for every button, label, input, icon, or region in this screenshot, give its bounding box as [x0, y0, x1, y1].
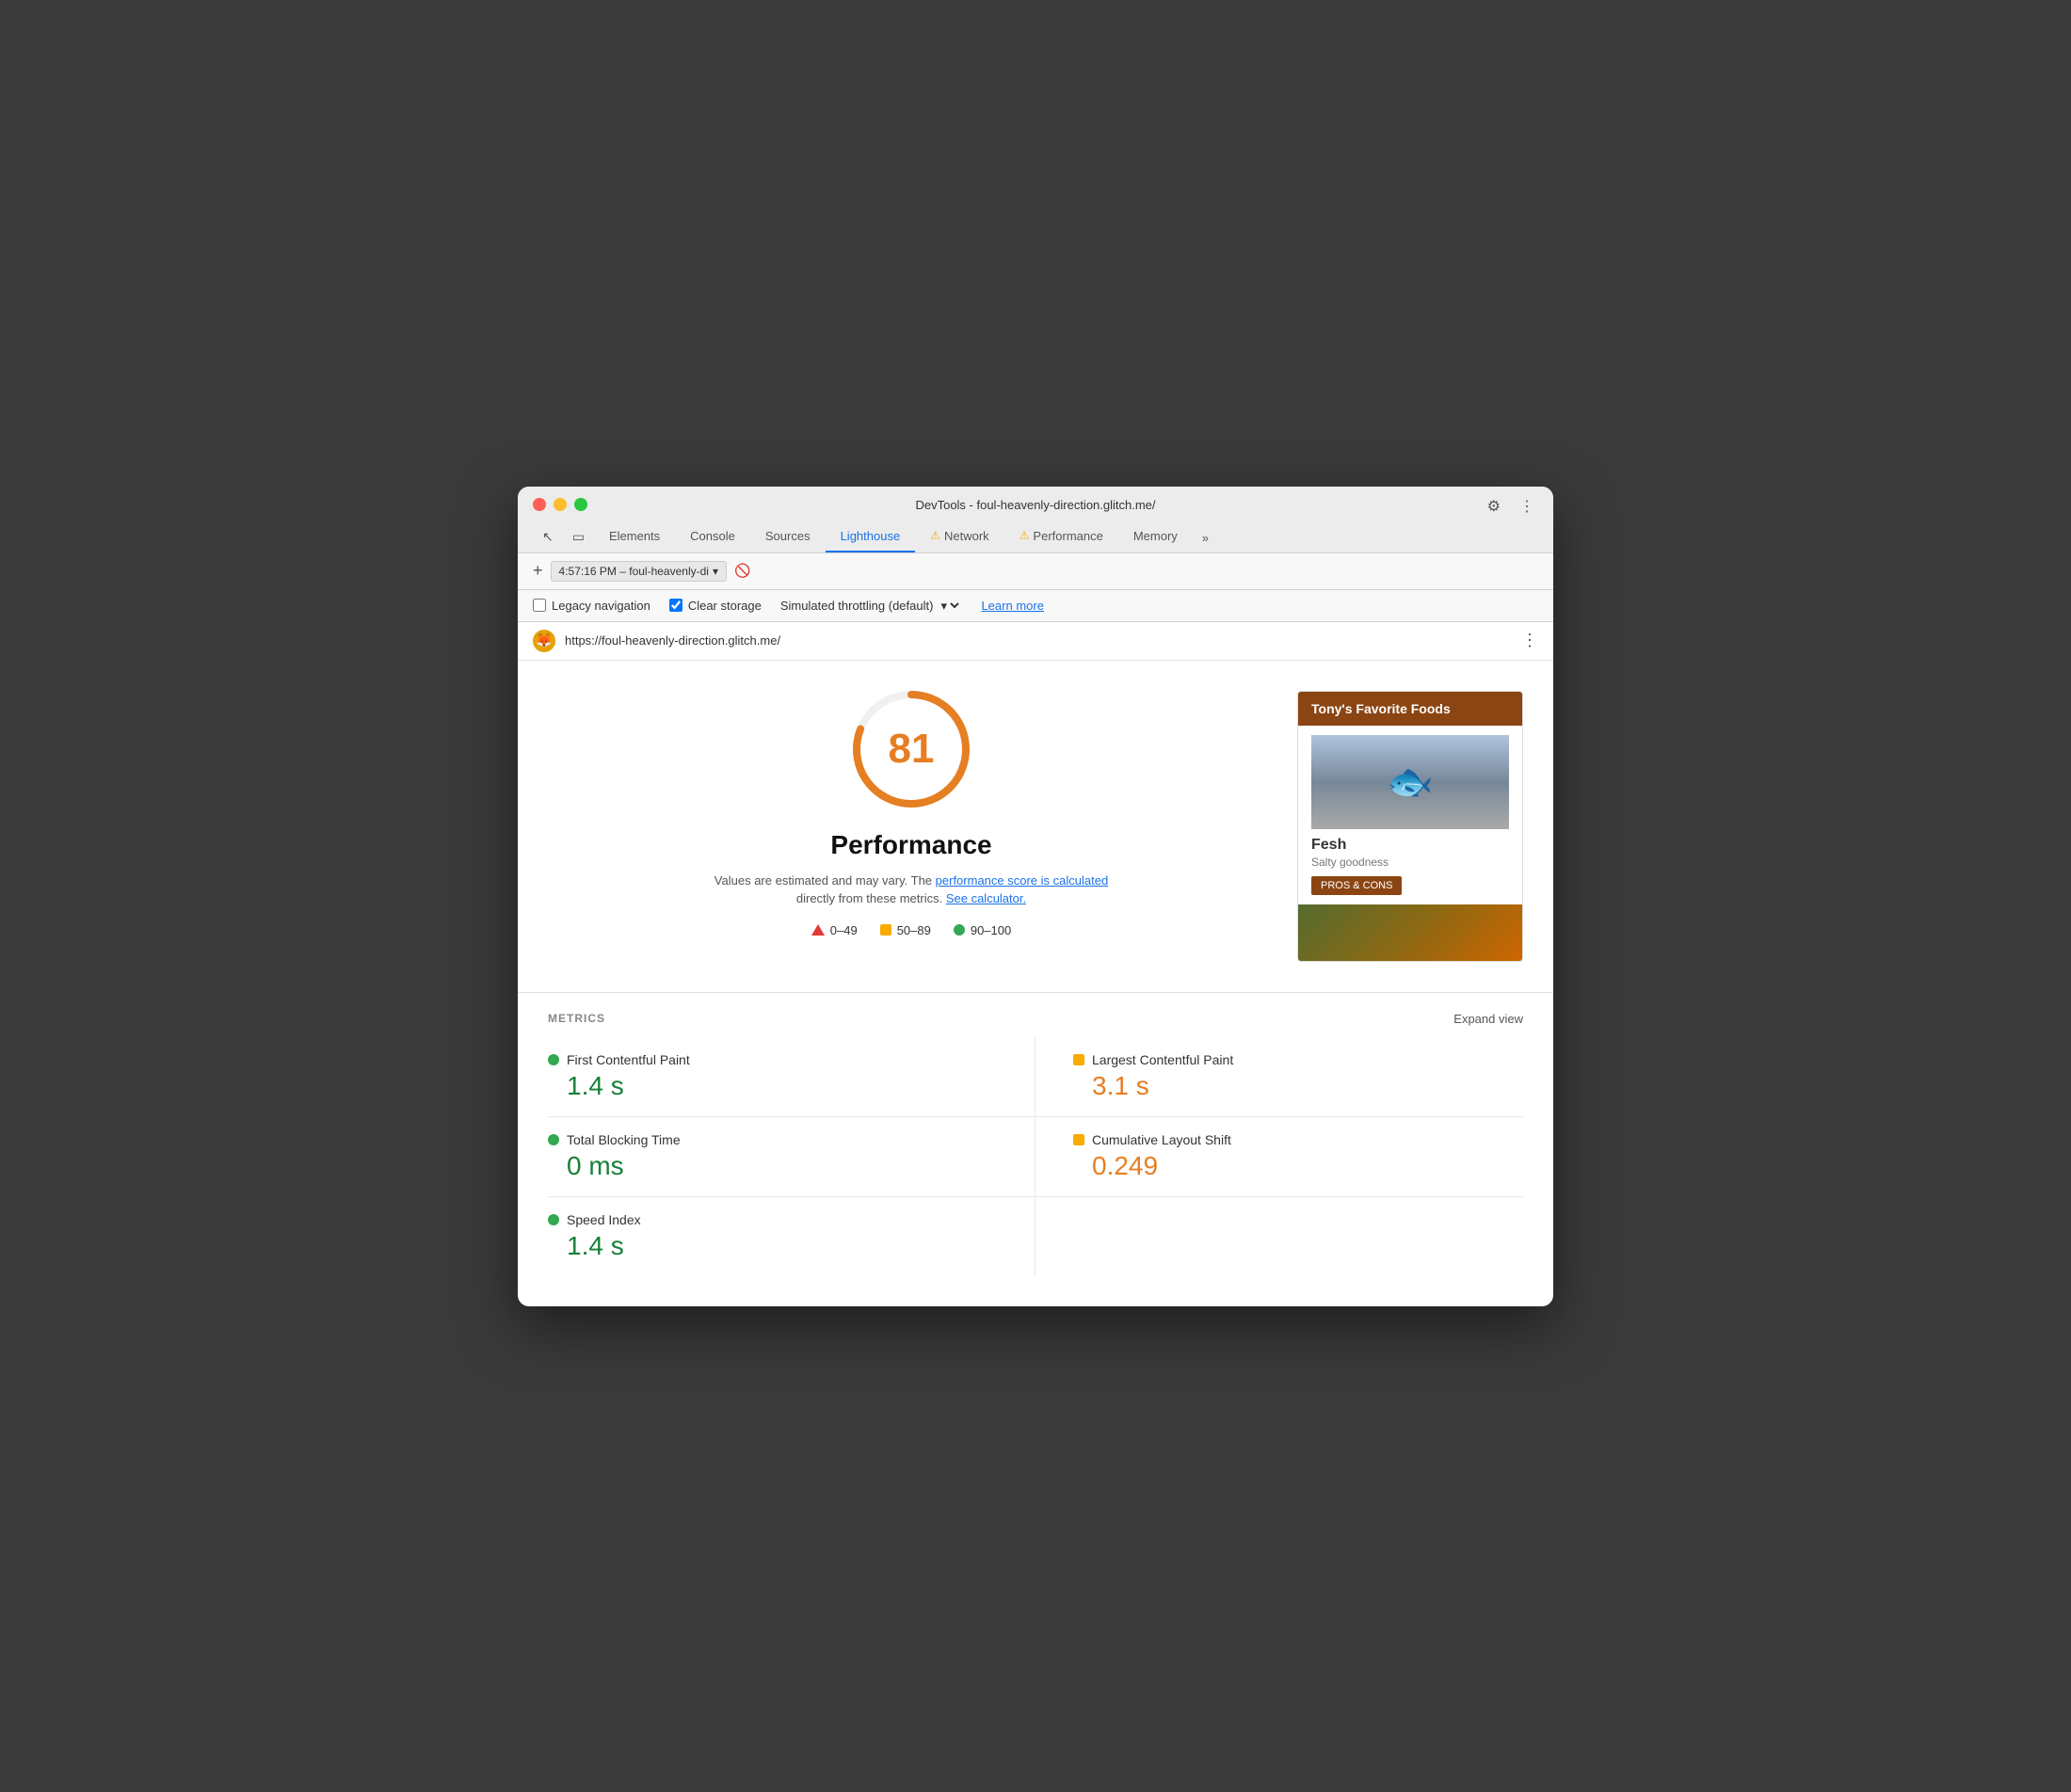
address-bar: + 4:57:16 PM – foul-heavenly-di ▾ 🚫	[518, 553, 1553, 590]
url-text: https://foul-heavenly-direction.glitch.m…	[565, 633, 780, 648]
metric-tbt: Total Blocking Time 0 ms	[548, 1117, 1036, 1197]
metric-lcp: Largest Contentful Paint 3.1 s	[1036, 1037, 1523, 1117]
devtools-window: DevTools - foul-heavenly-direction.glitc…	[518, 487, 1553, 1306]
metric-si: Speed Index 1.4 s	[548, 1197, 1036, 1276]
tab-elements[interactable]: Elements	[594, 521, 675, 552]
tab-sources[interactable]: Sources	[750, 521, 826, 552]
lcp-status-icon	[1073, 1054, 1084, 1065]
legend: 0–49 50–89 90–100	[548, 923, 1275, 937]
dropdown-arrow-icon: ▾	[713, 565, 718, 578]
tab-network[interactable]: ⚠ Network	[915, 521, 1003, 552]
metric-cls: Cumulative Layout Shift 0.249	[1036, 1117, 1523, 1197]
si-value: 1.4 s	[567, 1231, 997, 1261]
fish-image: 🐟	[1311, 735, 1509, 829]
options-bar: Legacy navigation Clear storage Simulate…	[518, 590, 1553, 622]
lcp-label: Largest Contentful Paint	[1092, 1052, 1233, 1067]
performance-score-link[interactable]: performance score is calculated	[936, 873, 1109, 888]
metric-lcp-name-row: Largest Contentful Paint	[1073, 1052, 1523, 1067]
score-ring-container: 81	[548, 683, 1275, 815]
tbt-status-icon	[548, 1134, 559, 1145]
network-warning-icon: ⚠	[930, 529, 940, 542]
throttle-select: Simulated throttling (default) ▾	[780, 598, 963, 614]
window-title: DevTools - foul-heavenly-direction.glitc…	[915, 498, 1155, 512]
legend-mid: 50–89	[880, 923, 931, 937]
metrics-header: METRICS Expand view	[548, 993, 1523, 1037]
more-options-button[interactable]: ⋮	[1516, 493, 1538, 520]
lcp-value: 3.1 s	[1092, 1071, 1523, 1101]
tab-more-button[interactable]: »	[1193, 523, 1218, 552]
clear-storage-label[interactable]: Clear storage	[669, 599, 762, 613]
expand-view-button[interactable]: Expand view	[1453, 1012, 1523, 1026]
minimize-button[interactable]	[554, 498, 567, 511]
stop-reload-button[interactable]: 🚫	[734, 563, 750, 579]
fcp-status-icon	[548, 1054, 559, 1065]
legacy-navigation-label[interactable]: Legacy navigation	[533, 599, 650, 613]
toolbar-icons: ⚙ ⋮	[1484, 493, 1538, 520]
clear-storage-checkbox[interactable]	[669, 599, 682, 612]
food-image: 🐟	[1311, 735, 1509, 829]
cls-value: 0.249	[1092, 1151, 1523, 1181]
lighthouse-content: 81 Performance Values are estimated and …	[518, 661, 1553, 984]
traffic-lights	[533, 498, 587, 511]
tab-performance[interactable]: ⚠ Performance	[1004, 521, 1118, 552]
score-section: 81 Performance Values are estimated and …	[548, 683, 1275, 937]
score-ring: 81	[845, 683, 977, 815]
tab-memory[interactable]: Memory	[1118, 521, 1193, 552]
maximize-button[interactable]	[574, 498, 587, 511]
url-bar: 🦊 https://foul-heavenly-direction.glitch…	[518, 622, 1553, 661]
throttle-dropdown[interactable]: ▾	[937, 598, 962, 614]
tbt-label: Total Blocking Time	[567, 1132, 681, 1147]
score-number: 81	[889, 726, 935, 773]
timestamp-select[interactable]: 4:57:16 PM – foul-heavenly-di ▾	[551, 561, 727, 582]
add-button[interactable]: +	[533, 561, 543, 581]
fcp-value: 1.4 s	[567, 1071, 997, 1101]
settings-button[interactable]: ⚙	[1484, 493, 1504, 520]
metrics-label: METRICS	[548, 1012, 605, 1025]
legacy-navigation-checkbox[interactable]	[533, 599, 546, 612]
url-more-button[interactable]: ⋮	[1521, 631, 1538, 650]
preview-food-item: 🐟 Fesh Salty goodness PROS & CONS	[1298, 726, 1522, 904]
food-name: Fesh	[1311, 837, 1509, 854]
performance-warning-icon: ⚠	[1019, 529, 1030, 542]
si-label: Speed Index	[567, 1212, 641, 1227]
metrics-section: METRICS Expand view First Contentful Pai…	[518, 992, 1553, 1306]
devtools-inspect-icon[interactable]: ↖	[533, 521, 563, 552]
legend-low: 0–49	[811, 923, 858, 937]
tbt-value: 0 ms	[567, 1151, 997, 1181]
cls-status-icon	[1073, 1134, 1084, 1145]
second-food-image	[1298, 904, 1522, 961]
performance-title: Performance	[548, 830, 1275, 860]
legend-orange-icon	[880, 924, 891, 936]
legend-red-icon	[811, 924, 825, 936]
metric-tbt-name-row: Total Blocking Time	[548, 1132, 997, 1147]
tab-console[interactable]: Console	[675, 521, 750, 552]
fcp-label: First Contentful Paint	[567, 1052, 690, 1067]
cls-label: Cumulative Layout Shift	[1092, 1132, 1231, 1147]
close-button[interactable]	[533, 498, 546, 511]
performance-description: Values are estimated and may vary. The p…	[704, 872, 1118, 908]
url-area: 🦊 https://foul-heavenly-direction.glitch…	[533, 630, 780, 652]
tab-lighthouse[interactable]: Lighthouse	[826, 521, 916, 552]
calculator-link[interactable]: See calculator.	[946, 891, 1026, 905]
preview-panel: Tony's Favorite Foods 🐟 Fesh Salty goodn…	[1297, 691, 1523, 962]
preview-header: Tony's Favorite Foods	[1298, 692, 1522, 726]
legend-high: 90–100	[954, 923, 1011, 937]
food-desc: Salty goodness	[1311, 856, 1509, 869]
titlebar-top: DevTools - foul-heavenly-direction.glitc…	[533, 498, 1538, 521]
metrics-grid: First Contentful Paint 1.4 s Largest Con…	[548, 1037, 1523, 1276]
pros-cons-button[interactable]: PROS & CONS	[1311, 876, 1402, 895]
metric-fcp-name-row: First Contentful Paint	[548, 1052, 997, 1067]
learn-more-link[interactable]: Learn more	[981, 599, 1043, 613]
site-icon: 🦊	[533, 630, 555, 652]
legend-green-icon	[954, 924, 965, 936]
metric-fcp: First Contentful Paint 1.4 s	[548, 1037, 1036, 1117]
timestamp-text: 4:57:16 PM – foul-heavenly-di	[559, 565, 709, 578]
metric-si-name-row: Speed Index	[548, 1212, 997, 1227]
devtools-device-icon[interactable]: ▭	[563, 521, 594, 552]
metric-cls-name-row: Cumulative Layout Shift	[1073, 1132, 1523, 1147]
titlebar: DevTools - foul-heavenly-direction.glitc…	[518, 487, 1553, 553]
si-status-icon	[548, 1214, 559, 1225]
tabs-row: ↖ ▭ Elements Console Sources Lighthouse …	[533, 521, 1538, 552]
